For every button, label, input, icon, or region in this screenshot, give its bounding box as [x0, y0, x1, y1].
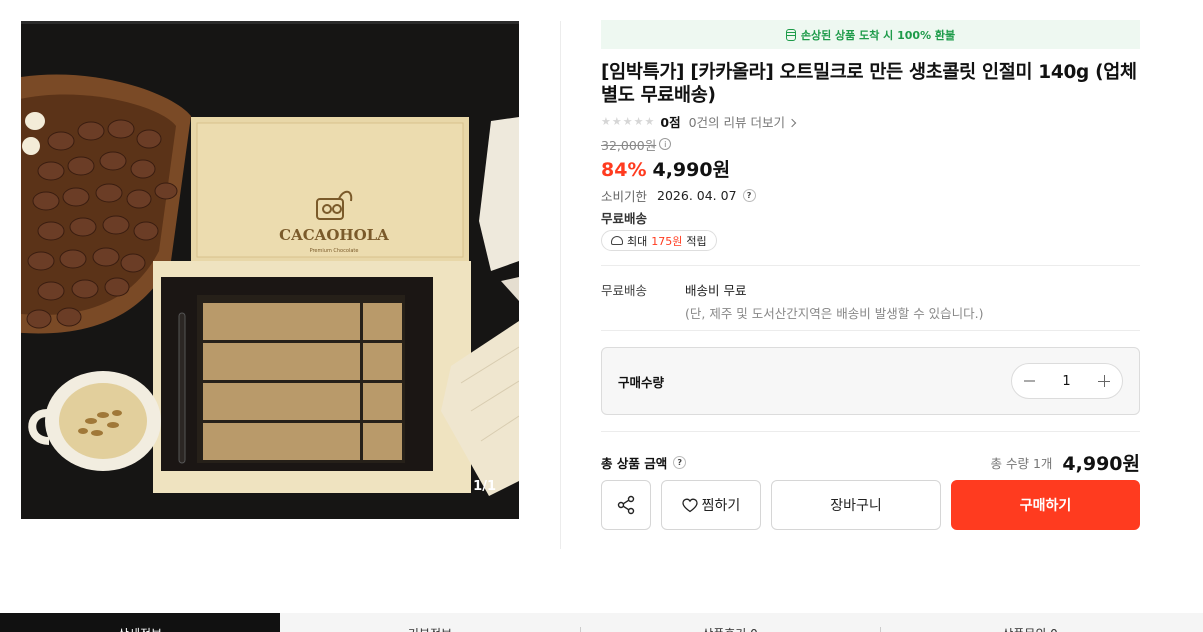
shipping-note: (단, 제주 및 도서산간지역은 배송비 발생할 수 있습니다.) — [685, 306, 984, 321]
help-icon[interactable]: ? — [742, 188, 756, 202]
star-icon: ★ — [601, 114, 611, 128]
total-label: 총 상품 금액 — [601, 455, 668, 471]
shipping-info: 무료배송 배송비 무료 (단, 제주 및 도서산간지역은 배송비 발생할 수 있… — [601, 266, 1140, 330]
total-summary: 총 수량 1개 4,990원 — [991, 449, 1141, 476]
tab-reviews[interactable]: 상품후기 0 — [580, 613, 880, 632]
points-amount: 175원 — [651, 234, 683, 248]
star-icon: ★ — [633, 114, 644, 128]
brand-logo-text: CACAOHOLA — [279, 226, 389, 244]
info-icon[interactable]: i — [659, 138, 672, 150]
total-quantity: 총 수량 1개 — [990, 455, 1053, 471]
refund-banner: 손상된 상품 도착 시 100% 환불 — [601, 20, 1140, 49]
star-icon: ★ — [622, 114, 633, 128]
chevron-right-icon — [787, 118, 797, 127]
product-image[interactable]: CACAOHOLA Premium Chocolate 1/1 — [21, 21, 519, 519]
wish-button[interactable]: 찜하기 — [661, 480, 761, 530]
shipping-fee: 배송비 무료 — [685, 283, 747, 298]
detail-tabs: 상세정보 기본정보 상품후기 0 상품문의 0 — [0, 613, 1203, 632]
product-page: CACAOHOLA Premium Chocolate 1/1 손상된 상품 도… — [0, 0, 1203, 632]
cart-button[interactable]: 장바구니 — [771, 480, 941, 530]
total-price: 4,990원 — [1062, 452, 1140, 475]
coin-icon — [785, 28, 796, 41]
review-link[interactable]: 0건의 리뷰 더보기 — [688, 112, 797, 131]
refund-banner-text: 손상된 상품 도착 시 100% 환불 — [800, 28, 956, 42]
minus-icon[interactable] — [1024, 380, 1035, 382]
rating-row: ★ ★ ★ ★ ★ 0점 0건의 리뷰 더보기 — [601, 111, 1140, 131]
product-info: 손상된 상품 도착 시 100% 환불 [임박특가] [카카올라] 오트밀크로 … — [601, 20, 1140, 530]
expiry-label: 소비기한 — [601, 188, 648, 204]
tab-basic-info[interactable]: 기본정보 — [280, 613, 580, 632]
plus-icon[interactable] — [1098, 375, 1110, 387]
points-prefix: 최대 — [627, 234, 648, 248]
quantity-box: 구매수량 1 — [601, 347, 1140, 415]
tab-detail[interactable]: 상세정보 — [0, 613, 280, 632]
points-badge: 최대 175원 적립 — [601, 230, 717, 251]
image-counter: 1/1 — [473, 479, 496, 494]
total-label-group: 총 상품 금액 ? — [601, 453, 687, 472]
shipping-tag: 무료배송 — [601, 211, 648, 226]
original-price: 32,000원 — [601, 137, 657, 153]
shipping-label: 무료배송 — [601, 283, 648, 298]
expiry-value: 2026. 04. 07 — [657, 187, 737, 203]
star-rating: ★ ★ ★ ★ ★ — [601, 115, 654, 128]
expiry-row: 소비기한 2026. 04. 07 ? — [601, 184, 1140, 206]
help-icon[interactable]: ? — [673, 455, 687, 469]
sale-price-row: 84% 4,990원 — [601, 155, 1140, 181]
points-icon — [611, 236, 623, 245]
points-suffix: 적립 — [686, 234, 707, 248]
tab-inquiries[interactable]: 상품문의 0 — [880, 613, 1180, 632]
total-row: 총 상품 금액 ? 총 수량 1개 4,990원 — [601, 432, 1140, 478]
product-title: [임박특가] [카카올라] 오트밀크로 만든 생초콜릿 인절미 140g (업체… — [601, 62, 1137, 106]
star-icon: ★ — [611, 114, 622, 128]
original-price-row: 32,000원 i — [601, 135, 1140, 153]
discount-rate: 84% — [601, 159, 647, 181]
star-icon: ★ — [644, 114, 655, 128]
brand-logo-sub: Premium Chocolate — [310, 248, 359, 254]
sale-price: 4,990원 — [652, 159, 731, 181]
product-photo: CACAOHOLA Premium Chocolate — [21, 21, 519, 519]
review-link-text: 0건의 리뷰 더보기 — [688, 114, 785, 130]
rating-score: 0점 — [660, 114, 681, 130]
divider — [601, 330, 1140, 331]
share-icon — [617, 495, 635, 515]
share-button[interactable] — [601, 480, 651, 530]
quantity-stepper[interactable]: 1 — [1011, 363, 1123, 399]
quantity-label: 구매수량 — [618, 374, 665, 390]
wish-label: 찜하기 — [701, 498, 741, 514]
column-divider — [560, 21, 561, 549]
action-buttons: 찜하기 장바구니 구매하기 — [601, 480, 1140, 530]
buy-button[interactable]: 구매하기 — [951, 480, 1140, 530]
heart-icon — [682, 498, 698, 512]
quantity-value[interactable]: 1 — [1062, 374, 1070, 389]
